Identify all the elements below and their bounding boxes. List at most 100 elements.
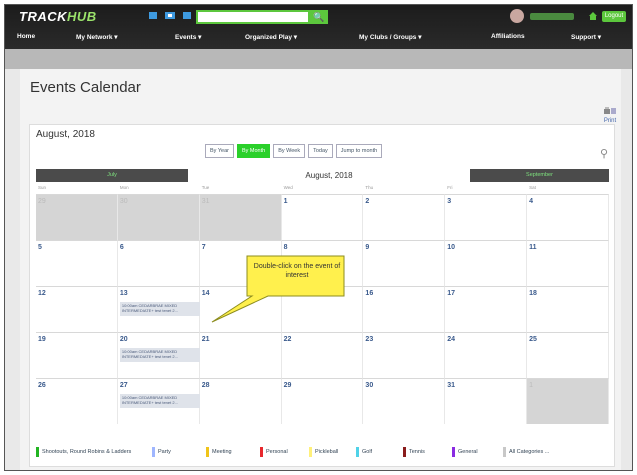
next-month-button[interactable]: September: [470, 169, 609, 182]
legend-label: Meeting: [212, 449, 232, 455]
day-cell[interactable]: 6: [117, 240, 200, 286]
day-number: 31: [447, 382, 456, 389]
view-button-by-year[interactable]: By Year: [205, 144, 234, 158]
trackhub-logo[interactable]: TRACKHUB: [19, 9, 97, 24]
day-cell[interactable]: 5: [36, 240, 118, 286]
day-cell[interactable]: 26: [36, 378, 118, 424]
day-number: 29: [38, 198, 46, 205]
day-cell[interactable]: 10: [445, 240, 528, 286]
day-cell[interactable]: 22: [281, 332, 364, 378]
search-input[interactable]: [196, 10, 310, 24]
weekday-header: Sun Mon Tue Wed Thu Fri Sat: [36, 185, 609, 194]
user-name-badge[interactable]: [530, 13, 574, 20]
day-cell[interactable]: 18: [527, 286, 609, 332]
weekday-label: Thu: [365, 185, 374, 190]
day-cell[interactable]: 13 10:00am CEDARBRAE MIXED INTERMEDIATE+ …: [117, 286, 203, 332]
home-icon[interactable]: [589, 12, 597, 20]
printer-icon: [604, 107, 616, 114]
legend-item[interactable]: Personal: [260, 447, 288, 457]
calendar-panel: August, 2018 By Year By Month By Week Today…: [29, 124, 615, 467]
legend-item[interactable]: Shootouts, Round Robins & Ladders: [36, 447, 131, 457]
legend-item[interactable]: Meeting: [206, 447, 232, 457]
day-cell[interactable]: 19: [36, 332, 118, 378]
day-number: 26: [38, 382, 46, 389]
day-number: 28: [201, 382, 210, 389]
messages-icon[interactable]: [165, 11, 175, 20]
day-cell[interactable]: 23: [363, 332, 446, 378]
day-number: 31: [201, 198, 210, 205]
view-button-by-month[interactable]: By Month: [236, 144, 271, 158]
day-cell[interactable]: 31: [199, 194, 282, 240]
day-number: 17: [447, 290, 456, 297]
day-cell[interactable]: 2: [363, 194, 446, 240]
day-cell[interactable]: 30: [117, 194, 200, 240]
day-cell[interactable]: 3: [445, 194, 528, 240]
legend-item[interactable]: Party: [152, 447, 171, 457]
day-number: 3: [447, 198, 452, 205]
calendar-event[interactable]: 10:00am CEDARBRAE MIXED INTERMEDIATE+ te…: [119, 394, 203, 408]
nav-my-clubs-groups[interactable]: My Clubs / Groups ▾: [359, 33, 422, 41]
legend-swatch: [36, 447, 39, 457]
nav-affiliations[interactable]: Affiliations: [491, 33, 525, 40]
day-cell[interactable]: 25: [527, 332, 609, 378]
day-cell[interactable]: 1: [527, 378, 609, 424]
legend-swatch: [452, 447, 455, 457]
day-number: 23: [365, 336, 374, 343]
day-cell[interactable]: 12: [36, 286, 118, 332]
magnifier-icon[interactable]: ⚲: [600, 147, 608, 160]
day-cell[interactable]: 28: [199, 378, 282, 424]
user-avatar[interactable]: [510, 9, 524, 23]
day-number: 1: [283, 198, 288, 205]
day-cell[interactable]: 24: [445, 332, 528, 378]
day-cell[interactable]: 1: [281, 194, 364, 240]
legend-swatch: [206, 447, 209, 457]
print-button[interactable]: Print: [603, 107, 617, 125]
logout-button[interactable]: Logout: [602, 11, 626, 22]
weekday-label: Mon: [119, 185, 129, 190]
legend-item[interactable]: Pickleball: [309, 447, 338, 457]
logo-text-track: TRACK: [19, 9, 67, 24]
calendar-event[interactable]: 10:00am CEDARBRAE MIXED INTERMEDIATE+ te…: [119, 302, 203, 316]
nav-support[interactable]: Support ▾: [571, 33, 601, 41]
day-cell[interactable]: 20 10:00am CEDARBRAE MIXED INTERMEDIATE+ …: [117, 332, 203, 378]
view-button-by-week[interactable]: By Week: [273, 144, 306, 158]
legend-swatch: [403, 447, 406, 457]
day-cell[interactable]: 16: [363, 286, 446, 332]
category-legend: Shootouts, Round Robins & Ladders Party Me…: [36, 447, 609, 457]
day-cell[interactable]: 29: [281, 378, 364, 424]
friends-icon[interactable]: [182, 11, 192, 20]
day-cell[interactable]: 21: [199, 332, 282, 378]
weekday-label: Wed: [283, 185, 293, 190]
prev-month-button[interactable]: July: [36, 169, 188, 182]
legend-item[interactable]: All Categories ...: [503, 447, 549, 457]
notification-icon[interactable]: [148, 11, 158, 20]
weekday-label: Tue: [201, 185, 210, 190]
day-cell[interactable]: 9: [363, 240, 446, 286]
view-toggle-group: By Year By Month By Week Today Jump to month: [205, 144, 385, 158]
legend-item[interactable]: Golf: [356, 447, 372, 457]
view-button-jump-to-month[interactable]: Jump to month: [335, 144, 383, 158]
legend-item[interactable]: Tennis: [403, 447, 425, 457]
legend-item[interactable]: General: [452, 447, 478, 457]
day-cell[interactable]: 17: [445, 286, 528, 332]
calendar-event[interactable]: 10:00am CEDARBRAE MIXED INTERMEDIATE+ te…: [119, 348, 203, 362]
top-navigation-bar: TRACKHUB 🔍 Logout Home My Network ▾ Even…: [5, 5, 632, 49]
day-cell[interactable]: 4: [527, 194, 609, 240]
nav-events[interactable]: Events ▾: [175, 33, 201, 41]
weekday-label: Fri: [447, 185, 453, 190]
day-cell[interactable]: 29: [36, 194, 118, 240]
day-number: 15: [283, 290, 292, 297]
search-button[interactable]: 🔍: [310, 10, 328, 24]
day-cell[interactable]: 30: [363, 378, 446, 424]
day-number: 9: [365, 244, 370, 251]
search-icon: 🔍: [313, 12, 325, 22]
nav-my-network[interactable]: My Network ▾: [76, 33, 118, 41]
day-cell[interactable]: 15: [281, 286, 364, 332]
view-button-today[interactable]: Today: [308, 144, 333, 158]
day-cell[interactable]: 11: [527, 240, 609, 286]
nav-organized-play[interactable]: Organized Play ▾: [245, 33, 297, 41]
day-cell[interactable]: 14: [199, 286, 282, 332]
day-cell[interactable]: 27 10:00am CEDARBRAE MIXED INTERMEDIATE+ …: [117, 378, 203, 424]
day-cell[interactable]: 31: [445, 378, 528, 424]
nav-home[interactable]: Home: [17, 33, 35, 40]
